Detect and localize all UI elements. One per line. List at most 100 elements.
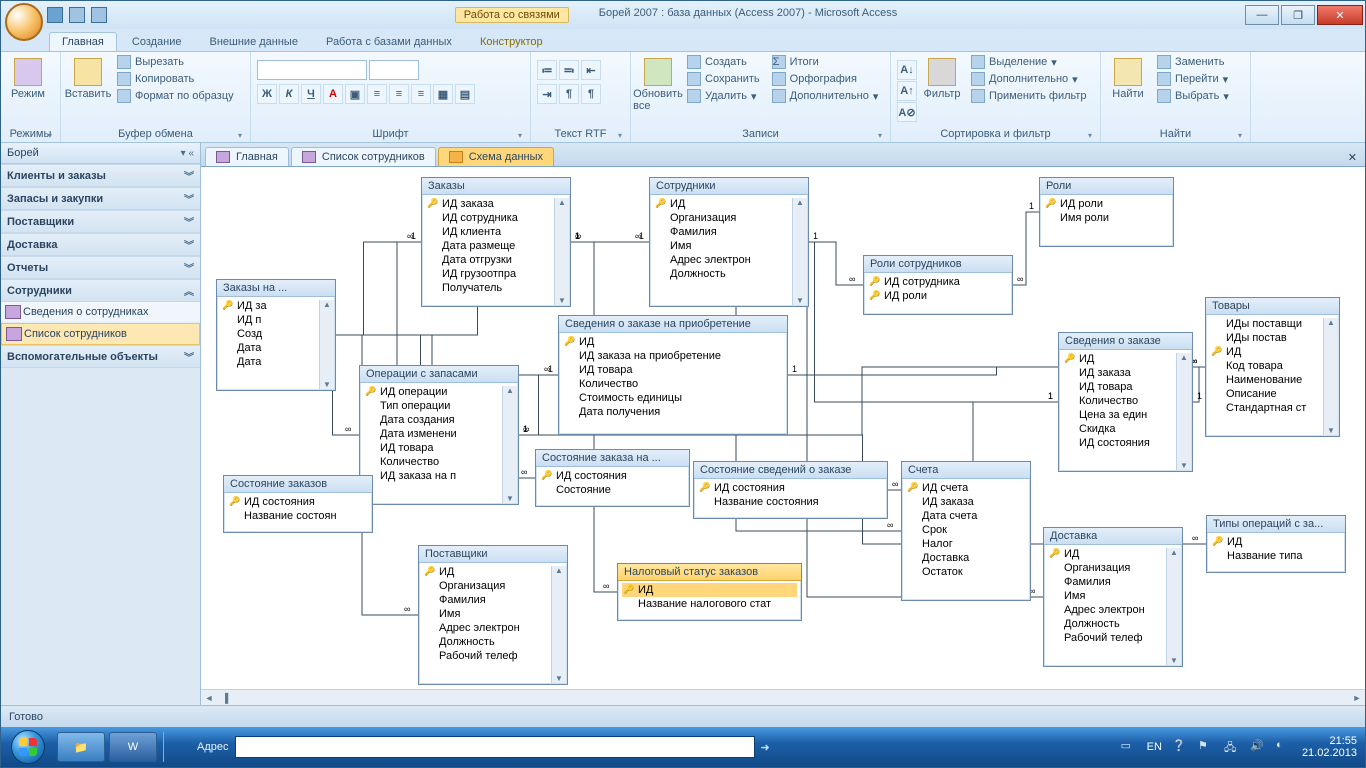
- field[interactable]: ИД: [1210, 345, 1335, 359]
- field[interactable]: Имя: [654, 239, 804, 253]
- scrollbar[interactable]: [1323, 318, 1338, 435]
- field[interactable]: ИД: [1211, 535, 1341, 549]
- field[interactable]: ИД: [654, 197, 804, 211]
- table-header[interactable]: Роли сотрудников: [864, 256, 1012, 273]
- table-tipy_oper[interactable]: Типы операций с за...ИДНазвание типа: [1206, 515, 1346, 573]
- scrollbar[interactable]: [319, 300, 334, 389]
- field[interactable]: Дата отгрузки: [426, 253, 566, 267]
- address-input[interactable]: [235, 736, 755, 758]
- field[interactable]: ИД состояния: [698, 481, 883, 495]
- table-header[interactable]: Товары: [1206, 298, 1339, 315]
- field[interactable]: Название типа: [1211, 549, 1341, 563]
- field[interactable]: ИД товара: [1063, 380, 1188, 394]
- toggle-filter-button[interactable]: Применить фильтр: [967, 88, 1091, 104]
- field[interactable]: Дата: [221, 355, 331, 369]
- qat-undo-icon[interactable]: [69, 7, 85, 23]
- bold-button[interactable]: Ж: [257, 84, 277, 104]
- scrollbar[interactable]: [1166, 548, 1181, 665]
- sort-desc-button[interactable]: A↑: [897, 81, 917, 101]
- field[interactable]: Цена за един: [1063, 408, 1188, 422]
- italic-button[interactable]: К: [279, 84, 299, 104]
- field[interactable]: Дата создания: [364, 413, 514, 427]
- selection-filter-button[interactable]: Выделение ▾: [967, 54, 1091, 70]
- taskbar-word[interactable]: W: [109, 732, 157, 762]
- paste-button[interactable]: Вставить: [67, 54, 109, 100]
- table-header[interactable]: Состояние сведений о заказе: [694, 462, 887, 479]
- field[interactable]: ИД грузоотпра: [426, 267, 566, 281]
- align-center-button[interactable]: ≡: [389, 84, 409, 104]
- field[interactable]: Дата изменени: [364, 427, 514, 441]
- table-sved_priobr[interactable]: Сведения о заказе на приобретениеИДИД за…: [558, 315, 788, 435]
- goto-button[interactable]: Перейти ▾: [1153, 71, 1233, 87]
- refresh-all-button[interactable]: Обновить все: [637, 54, 679, 112]
- numbering-button[interactable]: ≕: [559, 60, 579, 80]
- advanced-filter-button[interactable]: Дополнительно ▾: [967, 71, 1091, 87]
- table-header[interactable]: Роли: [1040, 178, 1173, 195]
- field[interactable]: Состояние: [540, 483, 685, 497]
- help-icon[interactable]: ❔: [1172, 739, 1188, 755]
- scrollbar[interactable]: [1176, 353, 1191, 470]
- gridlines-button[interactable]: ▦: [433, 84, 453, 104]
- minimize-button[interactable]: —: [1245, 5, 1279, 25]
- close-button[interactable]: ✕: [1317, 5, 1363, 25]
- field[interactable]: ИД заказа: [1063, 366, 1188, 380]
- field[interactable]: Остаток: [906, 565, 1026, 579]
- ribbon-tab[interactable]: Создание: [119, 32, 195, 51]
- copy-button[interactable]: Копировать: [113, 71, 238, 87]
- clock[interactable]: 21:5521.02.2013: [1302, 735, 1357, 759]
- ribbon-tab[interactable]: Работа с базами данных: [313, 32, 465, 51]
- relationships-canvas[interactable]: 1∞1∞1∞1∞1∞1∞1∞1∞1∞1∞1∞1∞1∞1∞1∞1∞1∞1∞1∞1∞…: [201, 167, 1365, 705]
- new-record-button[interactable]: Создать: [683, 54, 764, 70]
- field[interactable]: ИД состояния: [540, 469, 685, 483]
- field[interactable]: Адрес электрон: [654, 253, 804, 267]
- nav-item[interactable]: Список сотрудников: [1, 323, 200, 345]
- field[interactable]: Должность: [654, 267, 804, 281]
- nav-group-header[interactable]: Сотрудники︽: [1, 279, 200, 302]
- field[interactable]: Код товара: [1210, 359, 1335, 373]
- table-sost_zakaza_na[interactable]: Состояние заказа на ...ИД состоянияСосто…: [535, 449, 690, 507]
- filter-button[interactable]: Фильтр: [921, 54, 963, 100]
- field[interactable]: ИДы постав: [1210, 331, 1335, 345]
- field[interactable]: ИДы поставщи: [1210, 317, 1335, 331]
- select-button[interactable]: Выбрать ▾: [1153, 88, 1233, 104]
- field[interactable]: ИД состояния: [1063, 436, 1188, 450]
- view-button[interactable]: Режим: [7, 54, 49, 100]
- field[interactable]: ИД: [1048, 547, 1178, 561]
- more-records-button[interactable]: Дополнительно ▾: [768, 88, 883, 104]
- table-sost_zakazov[interactable]: Состояние заказовИД состоянияНазвание со…: [223, 475, 373, 533]
- show-desktop-icon[interactable]: ▭: [1121, 739, 1137, 755]
- field[interactable]: Рабочий телеф: [423, 649, 563, 663]
- table-oper[interactable]: Операции с запасамиИД операцииТип операц…: [359, 365, 519, 505]
- field[interactable]: Имя: [423, 607, 563, 621]
- nav-header[interactable]: Борей▾ «: [1, 143, 200, 164]
- doc-tab[interactable]: Список сотрудников: [291, 147, 436, 166]
- field[interactable]: Скидка: [1063, 422, 1188, 436]
- nav-group-header[interactable]: Вспомогательные объекты︾: [1, 345, 200, 368]
- field[interactable]: ИД клиента: [426, 225, 566, 239]
- table-sved_zakaz[interactable]: Сведения о заказеИДИД заказаИД товараКол…: [1058, 332, 1193, 472]
- table-roli[interactable]: РолиИД ролиИмя роли: [1039, 177, 1174, 247]
- network-icon[interactable]: 🖧: [1224, 739, 1240, 755]
- nav-group-header[interactable]: Запасы и закупки︾: [1, 187, 200, 210]
- field[interactable]: ИД роли: [868, 289, 1008, 303]
- field[interactable]: Дата: [221, 341, 331, 355]
- table-header[interactable]: Налоговый статус заказов: [618, 564, 801, 581]
- font-family-select[interactable]: [257, 60, 367, 80]
- tray-icon[interactable]: ◐: [1276, 739, 1292, 755]
- field[interactable]: Стоимость единицы: [563, 391, 783, 405]
- cut-button[interactable]: Вырезать: [113, 54, 238, 70]
- field[interactable]: ИД заказа на п: [364, 469, 514, 483]
- field[interactable]: Налог: [906, 537, 1026, 551]
- doc-tab[interactable]: Схема данных: [438, 147, 554, 166]
- table-header[interactable]: Счета: [902, 462, 1030, 479]
- qat-redo-icon[interactable]: [91, 7, 107, 23]
- field[interactable]: Имя: [1048, 589, 1178, 603]
- field[interactable]: ИД роли: [1044, 197, 1169, 211]
- table-header[interactable]: Сотрудники: [650, 178, 808, 195]
- field[interactable]: ИД заказа на приобретение: [563, 349, 783, 363]
- field[interactable]: ИД: [423, 565, 563, 579]
- field[interactable]: Название состояния: [698, 495, 883, 509]
- field[interactable]: Фамилия: [423, 593, 563, 607]
- field[interactable]: ИД сотрудника: [868, 275, 1008, 289]
- field[interactable]: Количество: [364, 455, 514, 469]
